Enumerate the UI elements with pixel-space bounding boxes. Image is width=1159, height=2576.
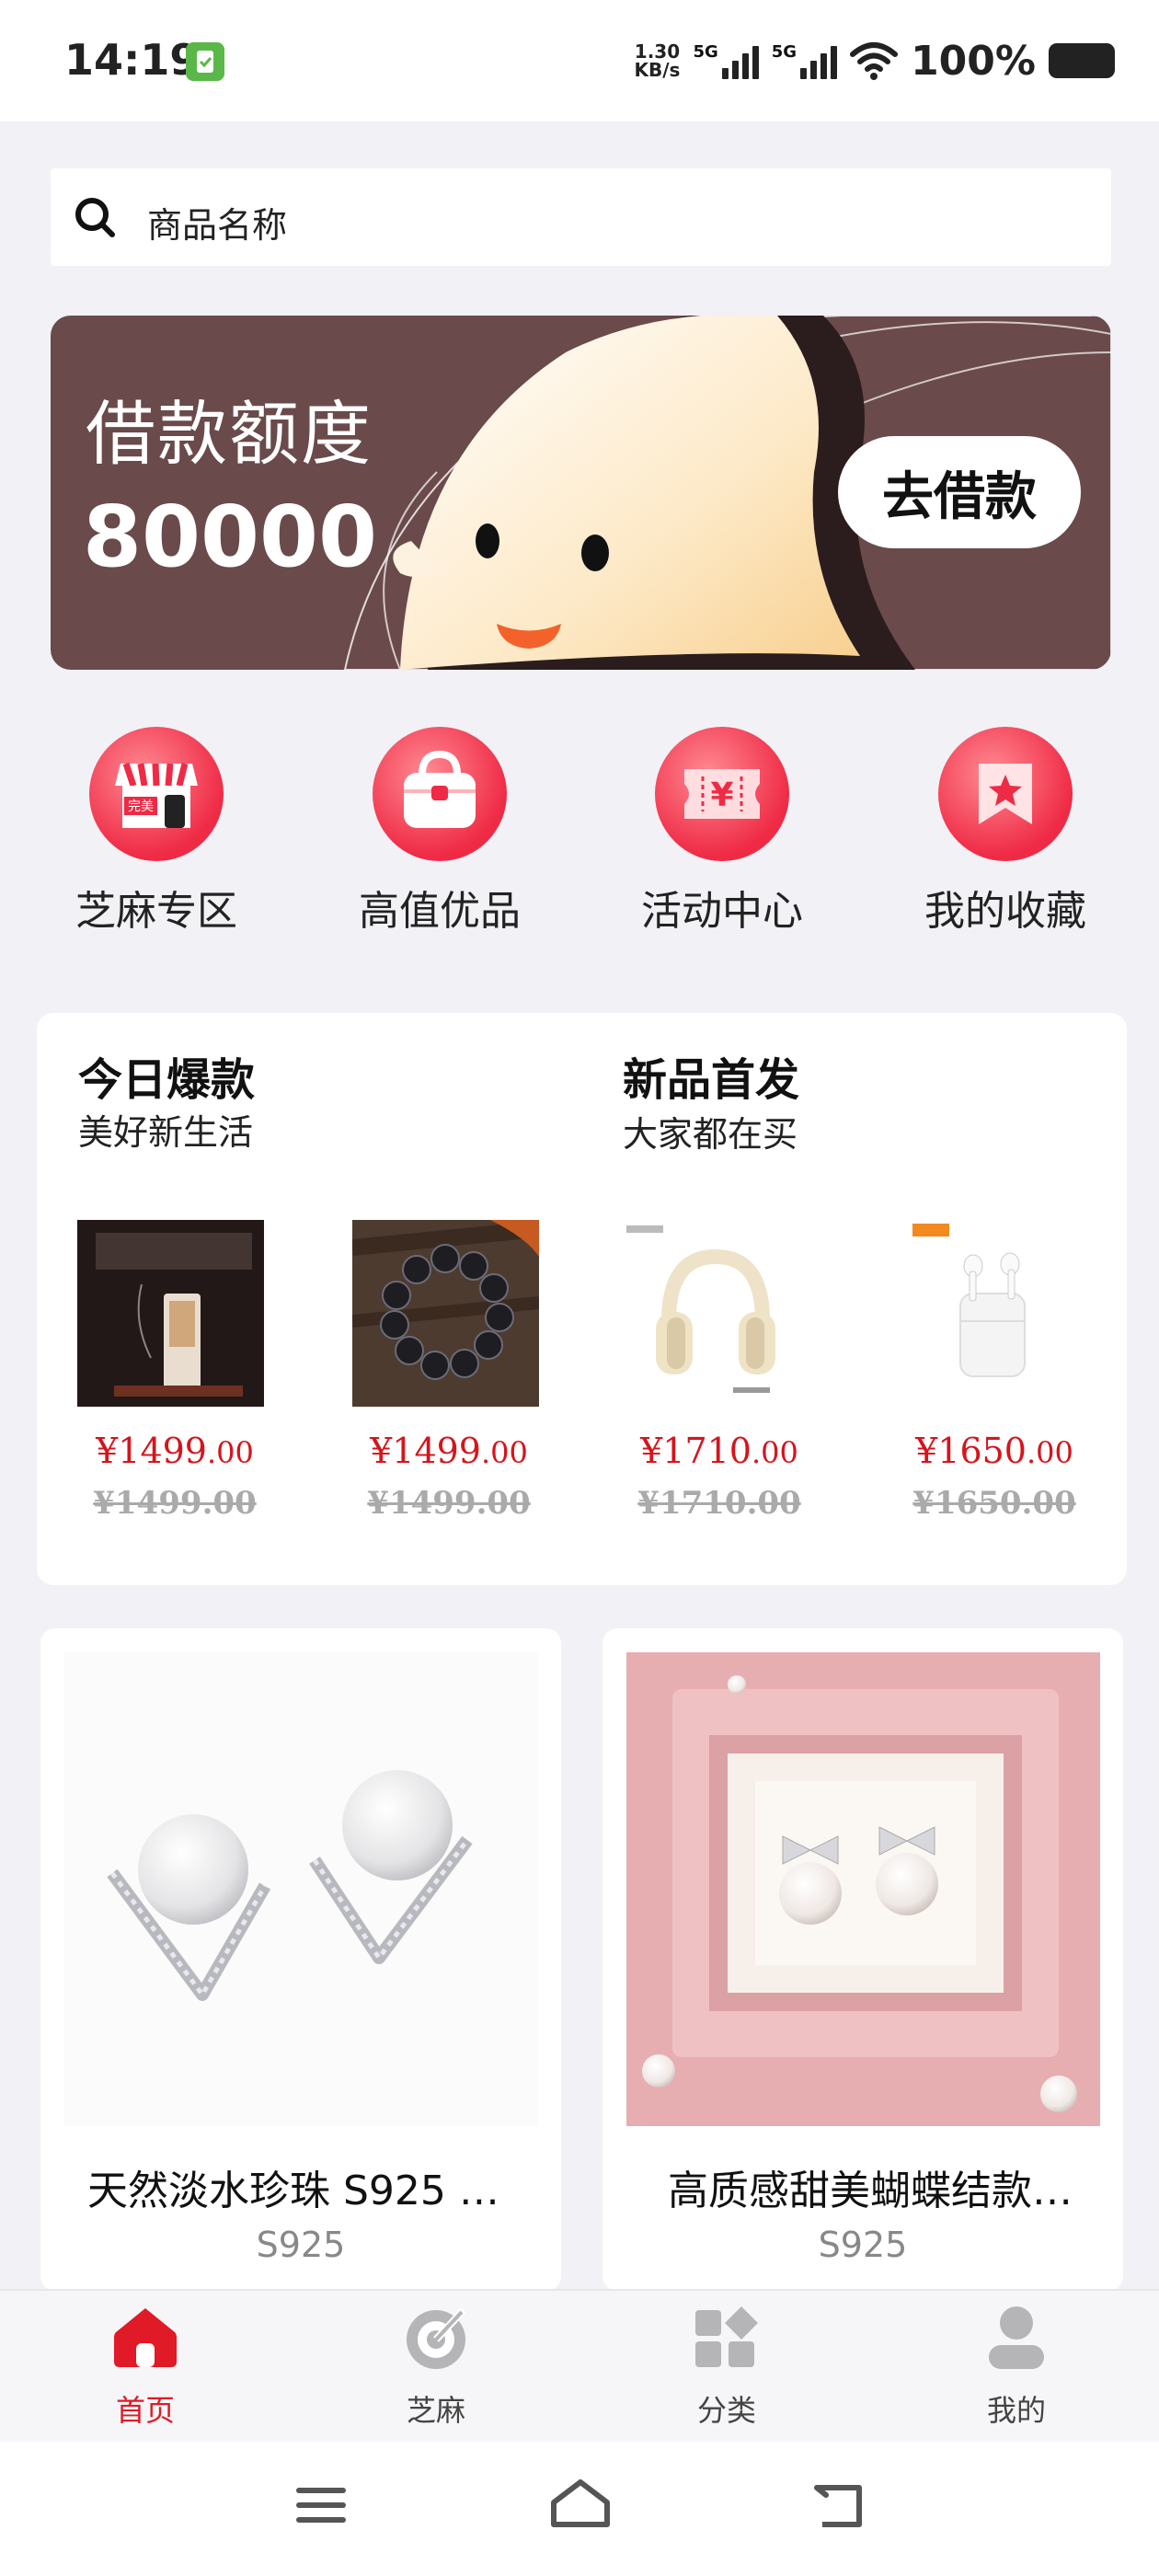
home-icon <box>114 2308 177 2367</box>
product-thumb-earbuds[interactable] <box>898 1220 1084 1407</box>
currency-symbol: ¥ <box>915 1431 938 1471</box>
signal-label: 5G <box>771 42 798 62</box>
wifi-icon <box>850 42 899 80</box>
new-arrivals-title[interactable]: 新品首发 <box>623 1043 799 1108</box>
product-price: ¥1499.00 <box>78 1431 271 1471</box>
category-icon <box>695 2306 758 2367</box>
network-speed-value: 1.30 <box>634 40 681 63</box>
signal-icon: 5G <box>771 42 838 79</box>
network-speed: 1.30 KB/s <box>634 42 680 79</box>
battery-icon <box>1049 43 1115 78</box>
quick-nav-label: 我的收藏 <box>924 888 1086 935</box>
quick-nav-label: 高值优品 <box>359 888 521 935</box>
original-price: ¥1499.00 <box>367 1485 531 1522</box>
price-integer: 1710 <box>662 1431 752 1471</box>
search-icon[interactable] <box>74 196 116 238</box>
product-price: ¥1710.00 <box>623 1431 816 1471</box>
quick-nav-label: 芝麻专区 <box>75 888 237 935</box>
signal-label: 5G <box>693 42 718 62</box>
product-title[interactable]: 天然淡水珍珠 S925 … <box>87 2157 547 2216</box>
tab-home[interactable]: 首页 <box>53 2305 237 2430</box>
ticket-icon-text: ¥ <box>710 776 733 814</box>
back-icon[interactable] <box>809 2482 866 2530</box>
profile-icon <box>989 2306 1044 2369</box>
product-image-pearl-earrings[interactable] <box>64 1652 538 2126</box>
tab-sesame[interactable]: 芝麻 <box>344 2305 528 2430</box>
price-integer: 1650 <box>937 1431 1027 1471</box>
status-time: 14:19 <box>64 35 200 85</box>
product-title[interactable]: 高质感甜美蝴蝶结款… <box>668 2157 1100 2216</box>
favorite-star-icon <box>938 727 1073 861</box>
status-indicators: 1.30 KB/s 5G 5G 100% <box>634 35 1115 86</box>
tab-label: 分类 <box>696 2393 756 2428</box>
search-input[interactable]: 商品名称 <box>147 197 287 247</box>
product-image-bow-pearl-earrings[interactable] <box>626 1652 1100 2126</box>
shop-icon: 完美 <box>89 727 224 861</box>
quick-nav-events[interactable]: ¥ 活动中心 <box>607 727 837 937</box>
battery-percent: 100% <box>911 37 1036 85</box>
new-arrivals-subtitle: 大家都在买 <box>623 1114 798 1155</box>
menu-icon[interactable] <box>294 2484 348 2526</box>
shop-icon-text: 完美 <box>128 799 154 814</box>
tab-label: 首页 <box>115 2393 175 2428</box>
product-price: ¥1499.00 <box>352 1431 545 1471</box>
sesame-icon <box>407 2307 466 2369</box>
banner-amount: 80000 <box>83 488 378 586</box>
quick-nav-favorites[interactable]: 我的收藏 <box>890 727 1120 937</box>
price-cents: .00 <box>752 1435 798 1470</box>
currency-symbol: ¥ <box>96 1431 119 1471</box>
product-thumb-headphones[interactable] <box>623 1220 809 1407</box>
original-price: ¥1710.00 <box>637 1485 801 1522</box>
price-cents: .00 <box>207 1435 254 1470</box>
price-cents: .00 <box>1027 1435 1073 1470</box>
currency-symbol: ¥ <box>640 1431 663 1471</box>
price-cents: .00 <box>481 1435 528 1470</box>
quick-nav-premium[interactable]: 高值优品 <box>325 727 555 937</box>
notification-app-icon <box>186 42 224 81</box>
original-price: ¥1650.00 <box>912 1485 1076 1522</box>
price-integer: 1499 <box>118 1431 207 1471</box>
ticket-icon: ¥ <box>655 727 789 861</box>
borrow-button[interactable]: 去借款 <box>838 436 1081 548</box>
product-price: ¥1650.00 <box>898 1431 1091 1471</box>
tab-label: 我的 <box>986 2393 1046 2428</box>
network-speed-unit: KB/s <box>634 59 681 81</box>
hot-today-subtitle: 美好新生活 <box>78 1112 254 1153</box>
handbag-icon <box>373 727 507 861</box>
currency-symbol: ¥ <box>370 1431 393 1471</box>
signal-icon: 5G <box>693 42 759 79</box>
tab-profile[interactable]: 我的 <box>924 2305 1108 2430</box>
quick-nav-sesame-zone[interactable]: 完美 芝麻专区 <box>41 727 271 937</box>
product-subtitle: S925 <box>256 2225 346 2265</box>
product-thumb-bracelet[interactable] <box>352 1220 539 1407</box>
tab-category[interactable]: 分类 <box>635 2305 819 2430</box>
product-subtitle: S925 <box>818 2225 908 2265</box>
quick-nav-label: 活动中心 <box>641 888 803 935</box>
system-home-icon[interactable] <box>548 2478 613 2530</box>
hot-today-title[interactable]: 今日爆款 <box>78 1043 255 1108</box>
price-integer: 1499 <box>392 1431 481 1471</box>
tab-label: 芝麻 <box>406 2393 465 2428</box>
banner-title: 借款额度 <box>86 393 373 475</box>
product-thumb-incense[interactable] <box>77 1220 264 1407</box>
original-price: ¥1499.00 <box>93 1485 257 1522</box>
